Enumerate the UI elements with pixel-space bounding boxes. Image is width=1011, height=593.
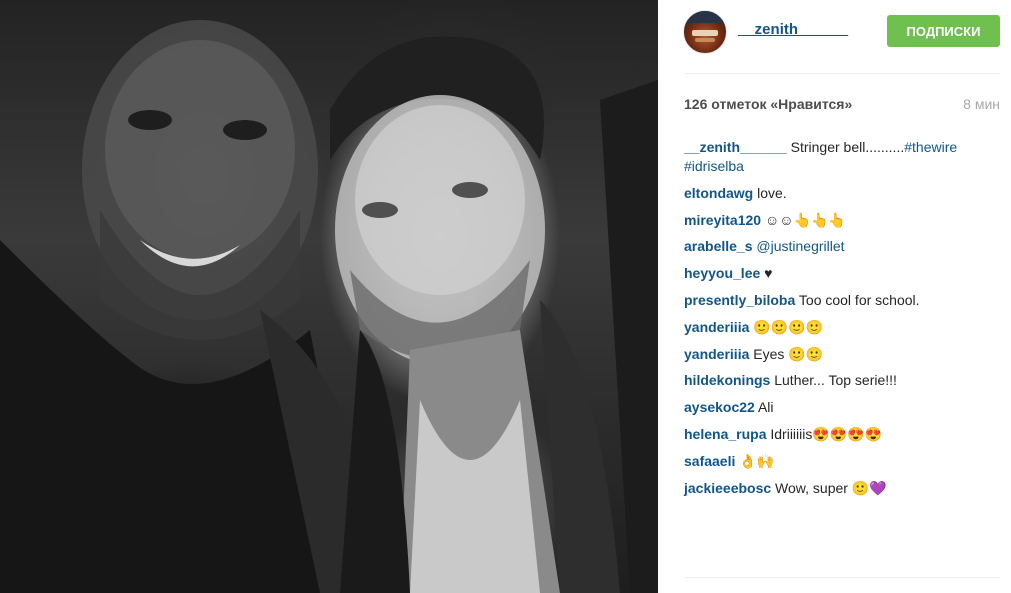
comment-username[interactable]: eltondawg	[684, 185, 753, 201]
post-sidebar: __zenith______ ПОДПИСКИ 126 отметок «Нра…	[658, 0, 1011, 593]
hashtag-link[interactable]: #thewire	[904, 139, 957, 155]
comment-text: ☺☺👆👆👆	[761, 211, 846, 228]
comment-username[interactable]: jackieeebosc	[684, 480, 771, 496]
hashtag-link[interactable]: #idriselba	[684, 158, 744, 174]
comment-username[interactable]: helena_rupa	[684, 426, 766, 442]
comment-item: eltondawg love.	[684, 184, 1000, 203]
comment-username[interactable]: heyyou_lee	[684, 265, 760, 281]
post-time[interactable]: 8 мин	[963, 96, 1000, 112]
mention-link[interactable]: @justinegrillet	[756, 238, 844, 254]
comment-text: Wow, super 🙂💜	[771, 479, 887, 496]
profile-avatar[interactable]	[683, 10, 727, 54]
comment-list: __zenith______ Stringer bell..........#t…	[684, 138, 1000, 505]
comment-text: Idriiiiiis😍😍😍😍	[766, 425, 883, 442]
follow-button[interactable]: ПОДПИСКИ	[887, 15, 1000, 47]
comment-username[interactable]: presently_biloba	[684, 292, 795, 308]
instagram-post: __zenith______ ПОДПИСКИ 126 отметок «Нра…	[0, 0, 1011, 593]
comment-username[interactable]: aysekoc22	[684, 399, 755, 415]
comment-text: ♥	[760, 265, 773, 282]
post-photo[interactable]	[0, 0, 658, 593]
comment-text: Eyes 🙂🙂	[749, 345, 824, 362]
comment-text: Too cool for school.	[795, 291, 920, 308]
comment-text: 🙂🙂🙂🙂	[749, 318, 823, 335]
comment-item: yanderiiia 🙂🙂🙂🙂	[684, 318, 1000, 337]
comment-username[interactable]: yanderiiia	[684, 319, 749, 335]
divider	[684, 73, 1000, 74]
comment-item: hildekonings Luther... Top serie!!!	[684, 371, 1000, 390]
comment-item: yanderiiia Eyes 🙂🙂	[684, 345, 1000, 364]
comment-item: __zenith______ Stringer bell..........#t…	[684, 138, 1000, 176]
comment-text: Stringer bell..........	[786, 139, 905, 155]
avatar-bg-top	[684, 11, 726, 23]
divider	[684, 577, 1000, 578]
comment-username[interactable]: __zenith______	[684, 139, 787, 155]
comment-item: aysekoc22 Ali	[684, 398, 1000, 417]
comment-username[interactable]: mireyita120	[684, 212, 761, 228]
comment-item: arabelle_s @justinegrillet	[684, 237, 1000, 256]
comment-text: 👌🙌	[735, 452, 775, 469]
comment-item: helena_rupa Idriiiiiis😍😍😍😍	[684, 425, 1000, 444]
post-header: __zenith______ ПОДПИСКИ	[658, 0, 1011, 74]
comment-text: Luther... Top serie!!!	[770, 372, 897, 389]
avatar-detail	[692, 30, 718, 36]
post-photo-art	[0, 20, 658, 593]
avatar-detail	[695, 38, 715, 42]
comment-username[interactable]: hildekonings	[684, 372, 770, 388]
likes-count[interactable]: 126 отметок «Нравится»	[684, 96, 852, 112]
comment-item: jackieeebosc Wow, super 🙂💜	[684, 479, 1000, 498]
comment-item: heyyou_lee ♥	[684, 264, 1000, 283]
likes-row: 126 отметок «Нравится» 8 мин	[684, 96, 1000, 116]
comment-username[interactable]: yanderiiia	[684, 346, 749, 362]
comment-username[interactable]: arabelle_s	[684, 238, 753, 254]
comment-text: love.	[753, 184, 787, 201]
comment-text: Ali	[754, 399, 774, 416]
author-username-link[interactable]: __zenith______	[738, 21, 848, 38]
comment-item: presently_biloba Too cool for school.	[684, 291, 1000, 310]
comment-item: safaaeli 👌🙌	[684, 452, 1000, 471]
comment-username[interactable]: safaaeli	[684, 453, 735, 469]
comment-item: mireyita120 ☺☺👆👆👆	[684, 211, 1000, 230]
